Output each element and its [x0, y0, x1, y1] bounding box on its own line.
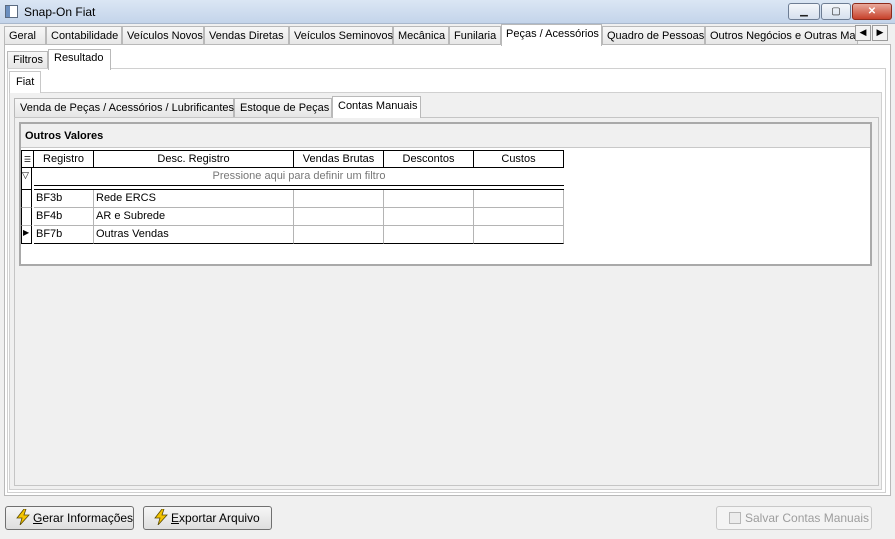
window-title: Snap-On Fiat: [24, 5, 96, 19]
minimize-button[interactable]: ▁: [788, 3, 820, 20]
maximize-button[interactable]: ▢: [821, 3, 851, 20]
column-chooser-icon: ☰: [23, 155, 32, 164]
scroll-right-icon: ▶: [876, 27, 884, 37]
column-header-desc-registro[interactable]: Desc. Registro: [94, 150, 294, 168]
lightning-icon: [154, 508, 168, 526]
filter-icon: ▽: [22, 170, 29, 180]
row-pointer-icon: ▶: [23, 228, 30, 237]
tab-contas-manuais[interactable]: Contas Manuais: [332, 96, 421, 118]
filter-row[interactable]: Pressione aqui para definir um filtro: [34, 168, 564, 186]
table-cell-vendas-brutas[interactable]: [294, 190, 384, 208]
save-icon: [729, 512, 741, 524]
close-button[interactable]: ✕: [852, 3, 892, 20]
tab-outros-negocios[interactable]: Outros Negócios e Outras Mar: [705, 26, 859, 46]
tab-funilaria[interactable]: Funilaria: [449, 26, 501, 46]
table-cell-custos[interactable]: [474, 190, 564, 208]
outros-valores-group: Outros Valores ☰ Registro Desc. Registro…: [19, 122, 872, 266]
tab-pecas-acessorios[interactable]: Peças / Acessórios: [501, 24, 602, 46]
filter-row-selector: ▽: [21, 168, 32, 190]
scroll-left-icon: ◀: [859, 27, 867, 37]
table-cell-desc[interactable]: AR e Subrede: [94, 208, 294, 226]
lightning-icon: [16, 508, 30, 526]
main-tab-bar: Geral Contabilidade Veículos Novos Venda…: [4, 24, 884, 46]
salvar-contas-manuais-button[interactable]: Salvar Contas Manuais: [716, 506, 872, 530]
tab-venda-de-pecas[interactable]: Venda de Peças / Acessórios / Lubrifican…: [14, 98, 234, 118]
tab-resultado[interactable]: Resultado: [48, 49, 111, 70]
tab-fiat[interactable]: Fiat: [9, 71, 41, 93]
table-cell-desc[interactable]: Rede ERCS: [94, 190, 294, 208]
column-header-vendas-brutas[interactable]: Vendas Brutas: [294, 150, 384, 168]
table-cell-descontos[interactable]: [384, 226, 474, 244]
maximize-icon: ▢: [831, 6, 841, 17]
tab-estoque-de-pecas[interactable]: Estoque de Peças: [234, 98, 332, 118]
minimize-icon: ▁: [800, 6, 808, 17]
exportar-label: xportar Arquivo: [179, 511, 260, 525]
table-cell-desc[interactable]: Outras Vendas: [94, 226, 294, 244]
column-header-registro[interactable]: Registro: [34, 150, 94, 168]
tab-mecanica[interactable]: Mecânica: [393, 26, 449, 46]
table-cell-descontos[interactable]: [384, 190, 474, 208]
exportar-mnemonic: E: [171, 511, 180, 525]
tab-scroll-arrows: ◀ ▶: [855, 25, 889, 41]
table-cell-registro[interactable]: BF7b: [34, 226, 94, 244]
gerar-mnemonic: G: [33, 511, 43, 525]
tab-veiculos-novos[interactable]: Veículos Novos: [122, 26, 204, 46]
table-cell-custos[interactable]: [474, 208, 564, 226]
tab-veiculos-seminovos[interactable]: Veículos Seminovos: [289, 26, 393, 46]
title-bar: Snap-On Fiat ▁ ▢ ✕: [0, 0, 895, 24]
scroll-left-button[interactable]: ◀: [855, 25, 871, 41]
column-header-custos[interactable]: Custos: [474, 150, 564, 168]
table-cell-registro[interactable]: BF4b: [34, 208, 94, 226]
gerar-label: erar Informações: [42, 511, 134, 525]
group-title: Outros Valores: [25, 130, 104, 142]
row-selector-current[interactable]: ▶: [21, 226, 32, 244]
table-cell-registro[interactable]: BF3b: [34, 190, 94, 208]
table-cell-vendas-brutas[interactable]: [294, 226, 384, 244]
column-header-descontos[interactable]: Descontos: [384, 150, 474, 168]
salvar-label: Salvar Contas Manuais: [745, 511, 870, 525]
row-selector[interactable]: [21, 190, 32, 208]
tab-vendas-diretas[interactable]: Vendas Diretas: [204, 26, 289, 46]
group-header: Outros Valores: [21, 124, 870, 148]
gerar-informacoes-button[interactable]: Gerar Informações: [5, 506, 134, 530]
table-cell-descontos[interactable]: [384, 208, 474, 226]
tab-contabilidade[interactable]: Contabilidade: [46, 26, 122, 46]
tab-geral[interactable]: Geral: [4, 26, 46, 46]
column-chooser-button[interactable]: ☰: [21, 150, 34, 168]
app-icon: [5, 5, 18, 18]
table-cell-custos[interactable]: [474, 226, 564, 244]
row-selector[interactable]: [21, 208, 32, 226]
close-icon: ✕: [867, 6, 877, 17]
table-cell-vendas-brutas[interactable]: [294, 208, 384, 226]
exportar-arquivo-button[interactable]: Exportar Arquivo: [143, 506, 272, 530]
scroll-right-button[interactable]: ▶: [872, 25, 888, 41]
tab-quadro-de-pessoas[interactable]: Quadro de Pessoas: [602, 26, 705, 46]
